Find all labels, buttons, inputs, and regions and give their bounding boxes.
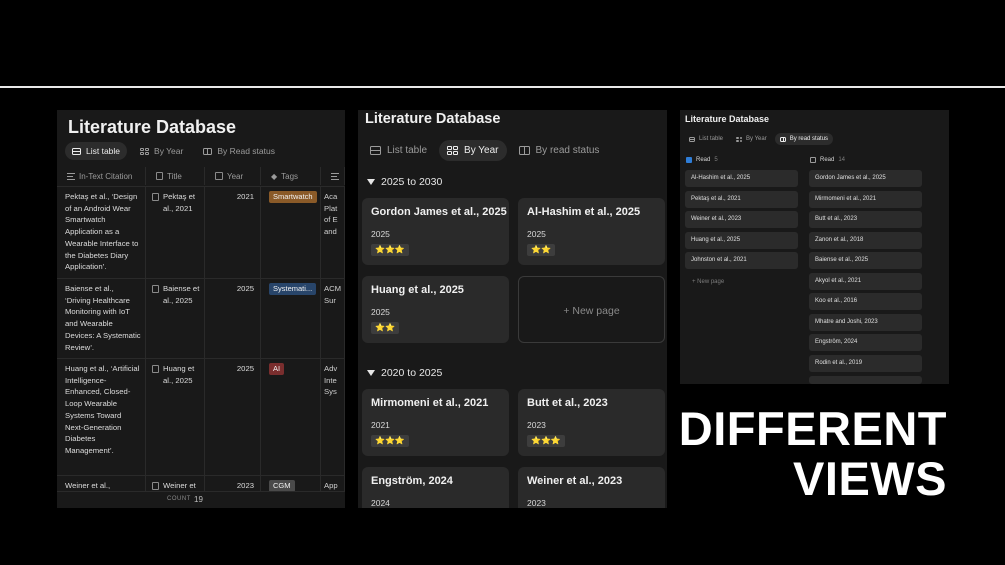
- board-card[interactable]: [809, 376, 922, 384]
- view-tabs: List table By Year By Read status: [65, 142, 282, 160]
- board-card[interactable]: Mhatre and Joshi, 2023: [809, 314, 922, 331]
- tab-by-year[interactable]: By Year: [133, 142, 190, 160]
- tab-by-year[interactable]: By Year: [731, 133, 772, 145]
- count-label: COUNT: [167, 496, 191, 502]
- tab-by-year[interactable]: By Year: [439, 140, 507, 161]
- gallery-card[interactable]: Butt et al., 2023 2023 ⭐⭐⭐: [518, 389, 665, 456]
- new-page-button[interactable]: + New page: [518, 276, 665, 343]
- board-card[interactable]: Rodin et al., 2019: [809, 355, 922, 372]
- divider-line: [0, 86, 1005, 88]
- gallery-icon: [140, 147, 150, 155]
- tab-by-read-status[interactable]: By Read status: [196, 142, 282, 160]
- table-row[interactable]: Weiner et al., Weiner et 2023 CGM App: [57, 475, 345, 491]
- table-header: In-Text Citation Title Year ◆ Tags: [57, 167, 345, 185]
- gallery-card[interactable]: Gordon James et al., 2025 2025 ⭐⭐⭐: [362, 198, 509, 265]
- rating-stars: ⭐⭐: [527, 244, 555, 256]
- table-row[interactable]: Pektaş et al., ‘Design of an Android Wea…: [57, 186, 345, 278]
- board-card[interactable]: Gordon James et al., 2025: [809, 170, 922, 187]
- tag-badge: Smartwatch: [269, 191, 317, 203]
- gallery-card[interactable]: Weiner et al., 2023 2023: [518, 467, 665, 508]
- by-read-status-view: Literature Database List table By Year B…: [680, 110, 949, 384]
- tab-by-read-status[interactable]: By read status: [511, 140, 608, 161]
- board-card[interactable]: Butt et al., 2023: [809, 211, 922, 228]
- board-column-header[interactable]: Read 5: [686, 157, 718, 163]
- board-card[interactable]: Akyol et al., 2021: [809, 273, 922, 290]
- tab-list-table[interactable]: List table: [684, 133, 728, 145]
- column-header-title[interactable]: Title: [146, 167, 205, 185]
- calendar-icon: [215, 172, 223, 180]
- page-title: Literature Database: [365, 111, 501, 127]
- tag-icon: ◆: [271, 171, 278, 181]
- page-title: Literature Database: [685, 114, 770, 124]
- tag-badge: Systemati...: [269, 283, 317, 295]
- board-card[interactable]: Johnston et al., 2021: [685, 252, 798, 269]
- view-tabs: List table By Year By read status: [684, 133, 834, 145]
- count-value: 19: [194, 495, 203, 504]
- gallery-card[interactable]: Huang et al., 2025 2025 ⭐⭐: [362, 276, 509, 343]
- rating-stars: ⭐⭐⭐: [371, 435, 409, 447]
- board-column-header[interactable]: Read 14: [810, 157, 845, 163]
- table-row[interactable]: Huang et al., ‘Artificial Intelligence-E…: [57, 358, 345, 475]
- tab-list-table[interactable]: List table: [65, 142, 128, 160]
- headline-line-1: DIFFERENT: [678, 402, 947, 455]
- tag-badge: CGM: [269, 480, 295, 491]
- board-icon: [779, 136, 786, 142]
- column-header-tags[interactable]: ◆ Tags: [261, 167, 321, 185]
- text-property-icon: [331, 172, 339, 180]
- gallery-card[interactable]: Mirmomeni et al., 2021 2021 ⭐⭐⭐: [362, 389, 509, 456]
- board-icon: [203, 147, 213, 155]
- list-table-view: Literature Database List table By Year B…: [57, 110, 345, 508]
- rating-stars: ⭐⭐⭐: [371, 244, 409, 256]
- page-icon: [152, 285, 159, 293]
- checkbox-unchecked-icon: [810, 157, 816, 163]
- view-tabs: List table By Year By read status: [362, 140, 607, 161]
- board-icon: [518, 146, 530, 155]
- board-card[interactable]: Engström, 2024: [809, 334, 922, 351]
- triangle-down-icon: [367, 179, 375, 185]
- table-icon: [689, 136, 695, 142]
- page-icon: [152, 482, 159, 490]
- group-header[interactable]: 2020 to 2025: [367, 367, 442, 379]
- table-icon: [72, 147, 81, 155]
- page-icon: [152, 365, 159, 373]
- board-card[interactable]: Al-Hashim et al., 2025: [685, 170, 798, 187]
- gallery-card[interactable]: Engström, 2024 2024: [362, 467, 509, 508]
- text-property-icon: [67, 172, 75, 180]
- gallery-icon: [736, 136, 743, 142]
- gallery-icon: [447, 146, 459, 155]
- tag-badge: AI: [269, 363, 285, 375]
- board-card[interactable]: Zanon et al., 2018: [809, 232, 922, 249]
- board-card[interactable]: Baiense et al., 2025: [809, 252, 922, 269]
- board-card[interactable]: Weiner et al., 2023: [685, 211, 798, 228]
- tab-list-table[interactable]: List table: [362, 140, 435, 161]
- column-header-more[interactable]: [321, 167, 345, 185]
- page-icon: [152, 193, 159, 201]
- table-row[interactable]: Baiense et al., ‘Driving Healthcare Moni…: [57, 278, 345, 358]
- triangle-down-icon: [367, 370, 375, 376]
- by-year-view: Literature Database List table By Year B…: [358, 110, 667, 508]
- rating-stars: ⭐⭐: [371, 322, 399, 334]
- new-page-button[interactable]: + New page: [692, 279, 724, 285]
- headline-line-2: VIEWS: [793, 452, 947, 505]
- rating-stars: ⭐⭐⭐: [527, 435, 565, 447]
- page-title: Literature Database: [68, 117, 237, 137]
- checkbox-checked-icon: [686, 157, 692, 163]
- board-card[interactable]: Koo et al., 2016: [809, 293, 922, 310]
- board-card[interactable]: Huang et al., 2025: [685, 232, 798, 249]
- tab-by-read-status[interactable]: By read status: [774, 133, 834, 145]
- column-header-citation[interactable]: In-Text Citation: [57, 167, 146, 185]
- column-header-year[interactable]: Year: [205, 167, 261, 185]
- gallery-card[interactable]: Al-Hashim et al., 2025 2025 ⭐⭐: [518, 198, 665, 265]
- table-footer: COUNT 19: [57, 491, 345, 508]
- board-card[interactable]: Pektaş et al., 2021: [685, 191, 798, 208]
- group-header[interactable]: 2025 to 2030: [367, 176, 442, 188]
- board-card[interactable]: Mirmomeni et al., 2021: [809, 191, 922, 208]
- table-icon: [370, 146, 381, 155]
- page-property-icon: [156, 172, 163, 180]
